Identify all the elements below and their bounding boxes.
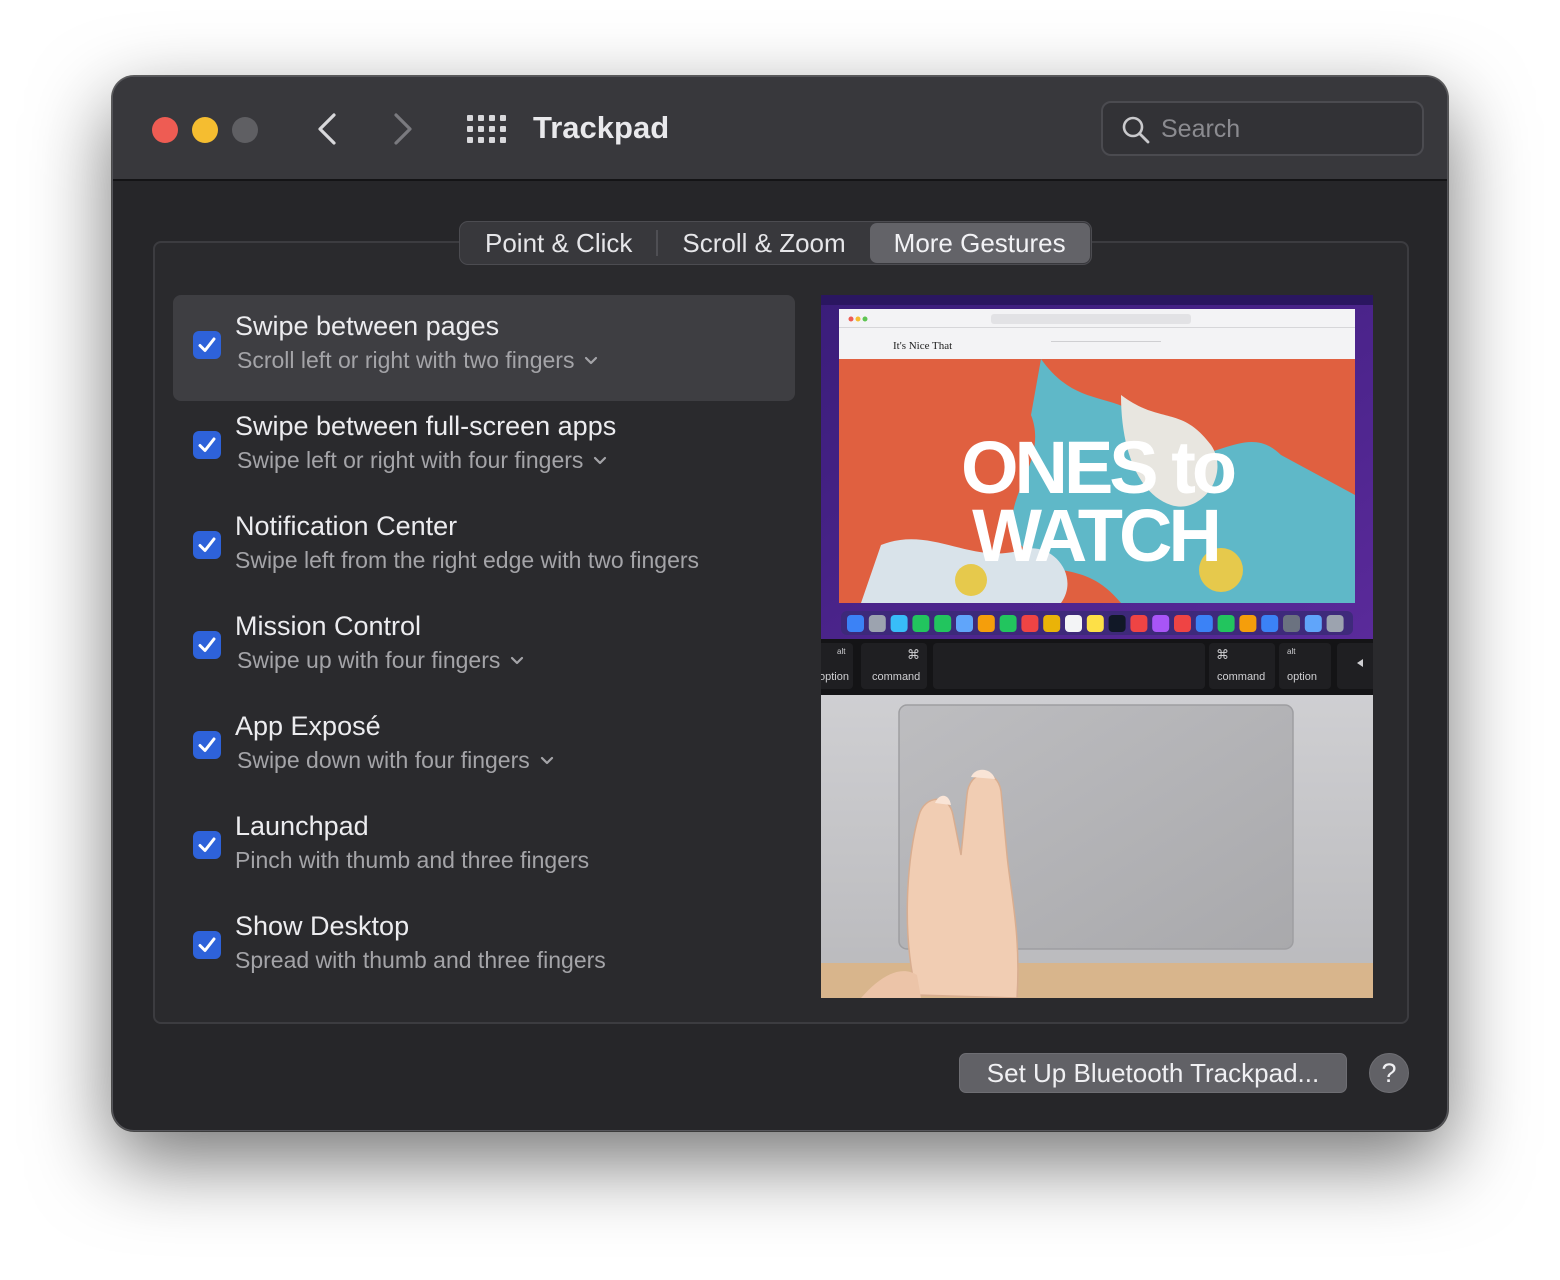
tab-scroll-zoom[interactable]: Scroll & Zoom: [658, 223, 869, 263]
gesture-title: App Exposé: [235, 711, 381, 741]
gesture-subtitle: Pinch with thumb and three fingers: [235, 847, 590, 873]
preview-headline-line2: WATCH: [972, 494, 1218, 577]
checkbox-app-expose[interactable]: [193, 731, 221, 759]
gesture-row-show-desktop[interactable]: Show Desktop Spread with thumb and three…: [173, 895, 795, 1001]
dock-app-icon: [890, 615, 908, 632]
checkmark-icon: [198, 537, 216, 552]
checkmark-icon: [198, 837, 216, 852]
gesture-row-launchpad[interactable]: Launchpad Pinch with thumb and three fin…: [173, 795, 795, 901]
dock-app-icon: [1086, 615, 1104, 632]
chevron-down-icon: [540, 756, 553, 764]
gesture-popup[interactable]: Scroll left or right with two fingers: [237, 347, 598, 374]
dock-app-icon: [1326, 615, 1344, 632]
gesture-subtitle: Swipe left from the right edge with two …: [235, 547, 700, 573]
key-right-option: option: [1287, 671, 1317, 683]
dock-app-icon: [912, 615, 930, 632]
gesture-subtitle: Swipe down with four fingers: [237, 747, 530, 773]
gesture-subtitle: Scroll left or right with two fingers: [237, 347, 575, 373]
chevron-left-icon: [318, 113, 336, 145]
dock-app-icon: [1195, 615, 1213, 632]
checkmark-icon: [198, 437, 216, 452]
gesture-row-swipe-pages[interactable]: Swipe between pages Scroll left or right…: [173, 295, 795, 401]
checkmark-icon: [198, 737, 216, 752]
checkbox-notification-center[interactable]: [193, 531, 221, 559]
forward-button[interactable]: [385, 111, 421, 147]
gesture-subtitle: Swipe left or right with four fingers: [237, 447, 584, 473]
checkmark-icon: [198, 937, 216, 952]
key-cmd-symbol-left: ⌘: [907, 648, 920, 663]
tab-bar: Point & Click Scroll & Zoom More Gesture…: [459, 221, 1092, 265]
dock-app-icon: [1108, 615, 1126, 632]
dock-app-icon: [1130, 615, 1148, 632]
gesture-title: Mission Control: [235, 611, 422, 641]
search-input[interactable]: [1161, 111, 1411, 147]
gesture-subtitle: Spread with thumb and three fingers: [235, 947, 606, 973]
checkbox-launchpad[interactable]: [193, 831, 221, 859]
gesture-title: Launchpad: [235, 811, 369, 841]
tab-point-click[interactable]: Point & Click: [461, 223, 656, 263]
dock-app-icon: [868, 615, 886, 632]
show-all-grid-icon[interactable]: [465, 113, 506, 145]
dock-app-icon: [1239, 615, 1257, 632]
gesture-title: Show Desktop: [235, 911, 410, 941]
gesture-preview-video: It's Nice That ONES to WATCH option alt …: [821, 295, 1373, 998]
gesture-title: Swipe between pages: [235, 311, 500, 341]
system-preferences-window: Trackpad Point & Click Scroll & Zoom Mor…: [112, 76, 1448, 1131]
key-left-command: command: [872, 671, 920, 683]
dock-app-icon: [934, 615, 952, 632]
gesture-row-app-expose[interactable]: App Exposé Swipe down with four fingers: [173, 695, 795, 801]
minimize-button[interactable]: [192, 117, 218, 143]
site-name: It's Nice That: [893, 340, 952, 352]
zoom-button[interactable]: [232, 117, 258, 143]
dock-app-icon: [1261, 615, 1279, 632]
dock-app-icon: [1152, 615, 1170, 632]
toolbar: Trackpad: [113, 77, 1447, 181]
key-right-command: command: [1217, 671, 1265, 683]
gesture-title: Swipe between full-screen apps: [235, 411, 617, 441]
dock-app-icon: [999, 615, 1017, 632]
window-title: Trackpad: [533, 110, 670, 145]
chevron-down-icon: [585, 356, 598, 364]
chevron-right-icon: [394, 113, 412, 145]
gesture-popup[interactable]: Swipe up with four fingers: [237, 647, 524, 674]
checkmark-icon: [198, 337, 216, 352]
tab-more-gestures[interactable]: More Gestures: [869, 223, 1090, 263]
dock-app-icon: [1283, 615, 1300, 632]
dock-app-icon: [847, 615, 864, 632]
search-icon: [1122, 116, 1150, 144]
gesture-popup[interactable]: Swipe down with four fingers: [237, 747, 554, 774]
checkbox-swipe-pages[interactable]: [193, 331, 221, 359]
preview-illustration: It's Nice That ONES to WATCH option alt …: [821, 295, 1373, 998]
help-button[interactable]: ?: [1369, 1053, 1409, 1093]
chevron-down-icon: [511, 656, 524, 664]
dock-app-icon: [956, 615, 973, 632]
key-cmd-symbol-right: ⌘: [1216, 648, 1229, 663]
key-alt-left: alt: [837, 647, 846, 656]
dock-app-icon: [1304, 615, 1322, 632]
back-button[interactable]: [309, 111, 345, 147]
dock-app-icon: [1217, 615, 1235, 632]
gesture-subtitle: Swipe up with four fingers: [237, 647, 501, 673]
dock-app-icon: [1021, 615, 1039, 632]
chevron-down-icon: [594, 456, 607, 464]
dock-app-icon: [977, 615, 995, 632]
setup-bluetooth-trackpad-button[interactable]: Set Up Bluetooth Trackpad...: [959, 1053, 1347, 1093]
close-button[interactable]: [152, 117, 178, 143]
key-alt-right: alt: [1287, 647, 1296, 656]
checkmark-icon: [198, 637, 216, 652]
checkbox-swipe-fullscreen[interactable]: [193, 431, 221, 459]
gesture-row-swipe-fullscreen[interactable]: Swipe between full-screen apps Swipe lef…: [173, 395, 795, 501]
gesture-row-notification-center[interactable]: Notification Center Swipe left from the …: [173, 495, 795, 601]
dock-app-icon: [1043, 615, 1061, 632]
checkbox-show-desktop[interactable]: [193, 931, 221, 959]
key-left-option: option: [821, 671, 849, 683]
search-field[interactable]: [1101, 101, 1424, 156]
gesture-popup[interactable]: Swipe left or right with four fingers: [237, 447, 607, 474]
checkbox-mission-control[interactable]: [193, 631, 221, 659]
gesture-title: Notification Center: [235, 511, 458, 541]
dock-app-icon: [1065, 615, 1082, 632]
gesture-row-mission-control[interactable]: Mission Control Swipe up with four finge…: [173, 595, 795, 701]
dock-app-icon: [1174, 615, 1191, 632]
